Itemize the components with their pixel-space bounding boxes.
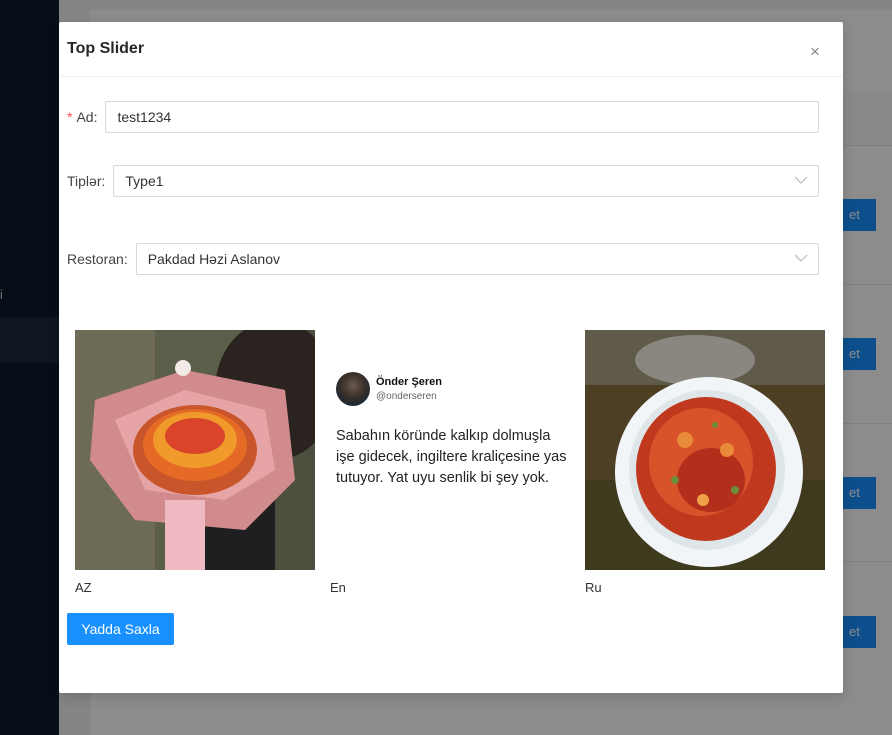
flower-bouquet-photo-icon	[75, 330, 315, 570]
tweet-text: Sabahın köründe kalkıp dolmuşla işe gide…	[336, 428, 567, 486]
slider-images: AZ Önder Şeren @onderseren Sabahın körün…	[75, 330, 825, 600]
types-form-row: Tiplər: Type1	[67, 165, 819, 197]
restaurant-label: Restoran:	[67, 251, 128, 267]
required-mark: *	[67, 109, 73, 125]
image-en: Önder Şeren @onderseren Sabahın köründe …	[330, 330, 570, 595]
name-input[interactable]: test1234	[105, 101, 819, 133]
types-label: Tiplər:	[67, 173, 106, 189]
tweet-author-handle: @onderseren	[376, 391, 437, 402]
chevron-down-icon	[794, 254, 808, 262]
modal-title: Top Slider	[67, 40, 145, 57]
name-input-value: test1234	[117, 109, 172, 125]
modal-header: Top Slider ×	[59, 22, 843, 77]
image-caption-ru: Ru	[585, 580, 602, 595]
restaurant-form-row: Restoran: Pakdad Həzi Aslanov	[67, 243, 819, 275]
image-caption-en: En	[330, 580, 346, 595]
name-form-row: * Ad: test1234	[67, 101, 819, 133]
save-button[interactable]: Yadda Saxla	[67, 613, 174, 645]
restaurant-select-value: Pakdad Həzi Aslanov	[147, 251, 281, 267]
flower-bouquet-image[interactable]	[75, 330, 315, 570]
food-plate-photo-icon	[585, 330, 825, 570]
types-select-value: Type1	[125, 173, 164, 189]
top-slider-modal: Top Slider × * Ad: test1234 Tiplər: Type1…	[59, 22, 843, 693]
chevron-down-icon	[794, 176, 808, 184]
close-icon[interactable]: ×	[805, 42, 825, 62]
food-plate-image[interactable]	[585, 330, 825, 570]
types-select[interactable]: Type1	[113, 165, 819, 197]
tweet-image[interactable]: Önder Şeren @onderseren Sabahın köründe …	[330, 330, 570, 570]
avatar	[336, 372, 370, 406]
image-caption-az: AZ	[75, 580, 92, 595]
tweet-author-name: Önder Şeren	[376, 376, 443, 388]
image-az: AZ	[75, 330, 315, 595]
image-ru: Ru	[585, 330, 825, 595]
restaurant-select[interactable]: Pakdad Həzi Aslanov	[135, 243, 819, 275]
name-label: * Ad:	[67, 109, 98, 125]
